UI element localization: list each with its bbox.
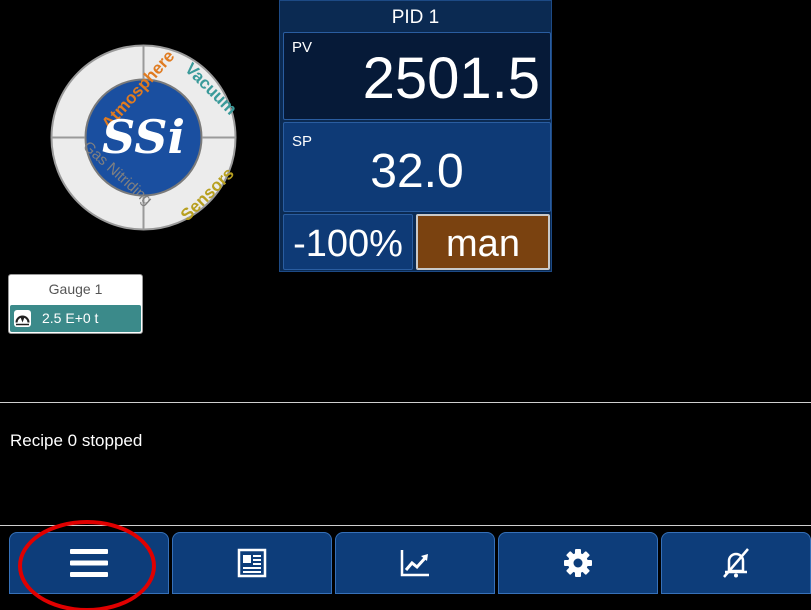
- status-area: Recipe 0 stopped: [0, 402, 811, 526]
- manual-mode-button[interactable]: man: [416, 214, 550, 270]
- menu-button[interactable]: [9, 532, 169, 594]
- pid-panel[interactable]: PID 1 PV 2501.5 SP 32.0 -100% man: [279, 0, 552, 272]
- logo-center-text: SSi: [102, 110, 185, 164]
- pid-title: PID 1: [391, 7, 440, 28]
- sp-value: 32.0: [370, 145, 464, 198]
- bottom-navbar: [0, 528, 811, 610]
- sp-display[interactable]: SP 32.0: [283, 122, 551, 212]
- settings-button[interactable]: [498, 532, 658, 594]
- pv-value: 2501.5: [362, 46, 540, 111]
- output-display[interactable]: -100%: [283, 214, 413, 270]
- gauge-title: Gauge 1: [48, 281, 103, 297]
- output-value: -100%: [293, 223, 403, 265]
- ssi-logo: Atmosphere Vacuum Sensors Gas Nitriding …: [49, 43, 241, 232]
- recipe-button[interactable]: [172, 532, 332, 594]
- pv-display: PV 2501.5: [283, 32, 551, 120]
- gauge-value-bar: 2.5 E+0 t: [10, 305, 141, 332]
- trend-button[interactable]: [335, 532, 495, 594]
- gauge-widget[interactable]: Gauge 1 2.5 E+0 t: [8, 274, 143, 334]
- gauge-icon: [14, 310, 31, 327]
- status-message: Recipe 0 stopped: [10, 431, 143, 450]
- manual-mode-label: man: [446, 223, 520, 265]
- alarm-silence-button[interactable]: [661, 532, 811, 594]
- gauge-value: 2.5 E+0 t: [42, 310, 99, 326]
